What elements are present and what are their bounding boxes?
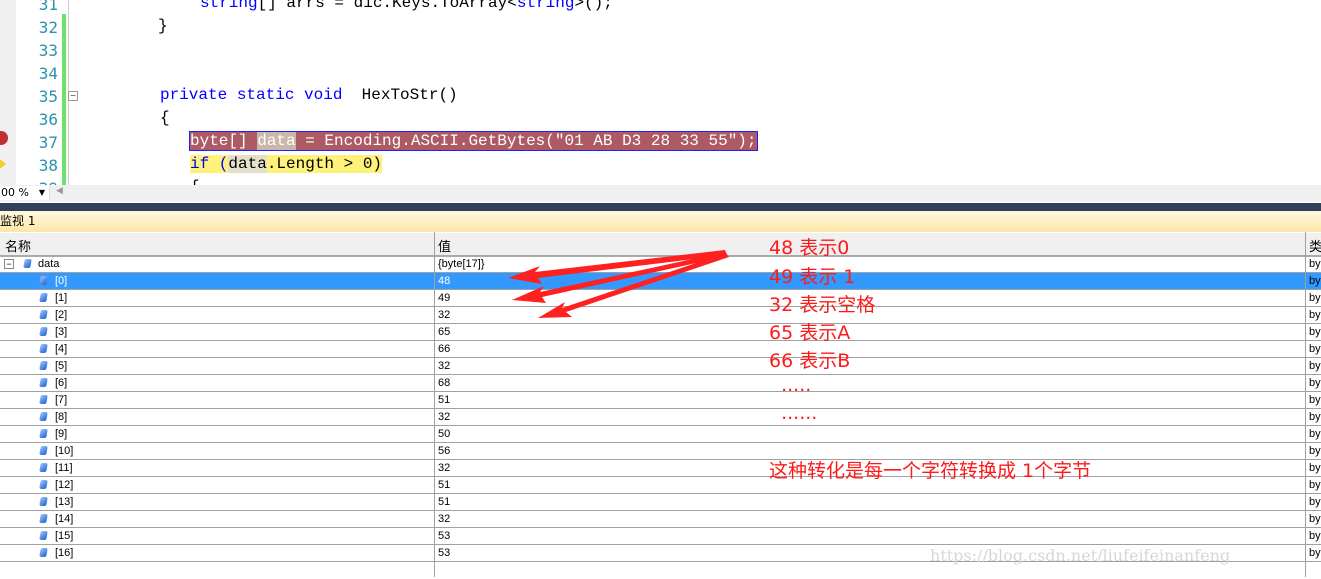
annotation-text: 这种转化是每一个字符转换成 1个字节 [769,460,1092,482]
arrow-icon [512,252,728,303]
annotation-text: ...... [769,402,818,424]
annotation-text: ..... [769,374,812,396]
annotation-text: 48 表示0 [769,237,850,259]
annotation-arrows [508,250,729,318]
annotation-text: 66 表示B [769,350,851,372]
watermark: https://blog.csdn.net/liufeifeinanfeng [930,546,1231,565]
annotation-text: 32 表示空格 [769,294,876,316]
annotation-text: 65 表示A [769,322,851,344]
annotation-text: 49 表示 1 [769,266,856,288]
